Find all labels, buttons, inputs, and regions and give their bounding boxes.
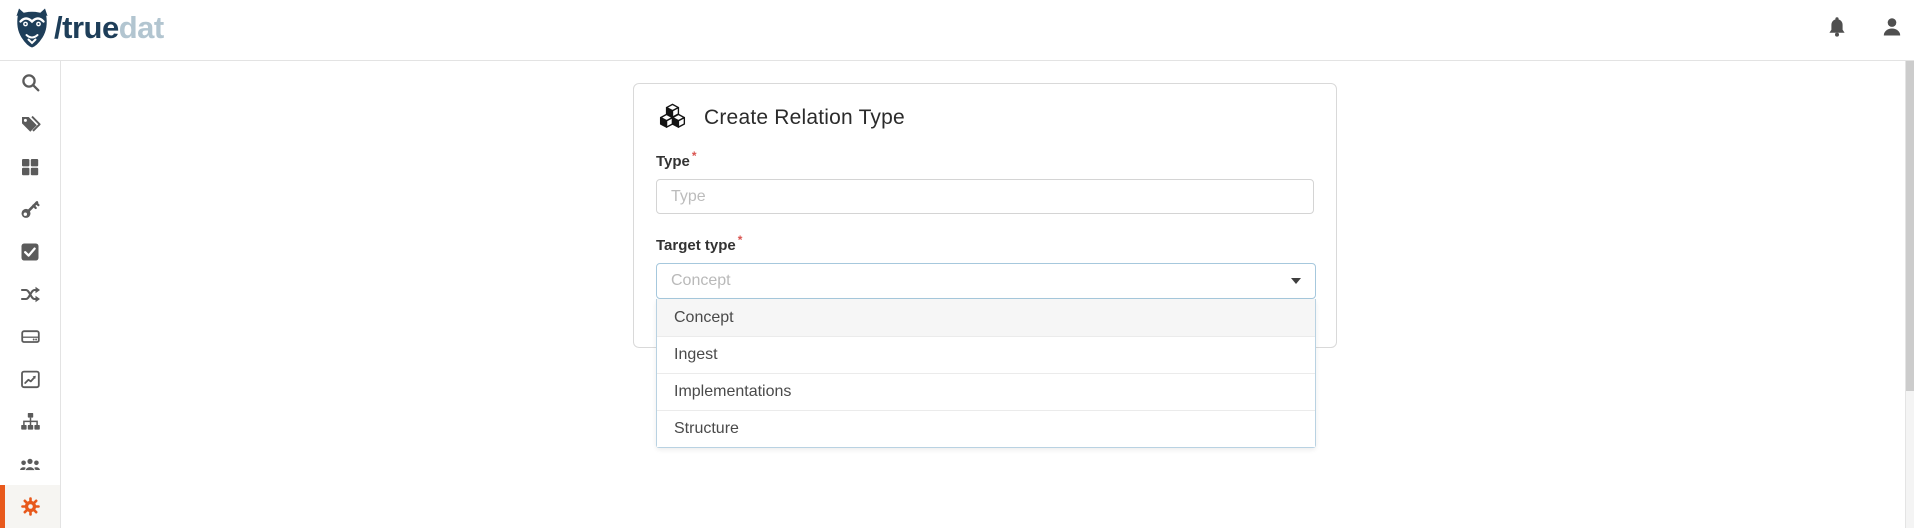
user-icon[interactable] [1879, 14, 1905, 40]
users-icon [19, 454, 41, 475]
logo-wordmark: /truedat [54, 8, 164, 48]
page-title: Create Relation Type [704, 106, 905, 130]
grid-icon [20, 157, 40, 177]
sidebar-item-tags[interactable] [0, 103, 60, 145]
sidebar-nav [0, 61, 61, 528]
key-icon [20, 199, 41, 220]
sidebar-item-permissions[interactable] [0, 188, 60, 230]
required-marker: * [738, 233, 743, 247]
select-placeholder: Concept [671, 272, 1291, 290]
required-marker: * [692, 149, 697, 163]
scrollbar-thumb[interactable] [1906, 61, 1914, 391]
type-field-label: Type* [656, 146, 1314, 172]
search-icon [20, 72, 41, 93]
dropdown-option-structure[interactable]: Structure [657, 410, 1315, 447]
create-relation-type-card: Create Relation Type Type* Target type* … [633, 83, 1337, 348]
sidebar-item-data-sources[interactable] [0, 316, 60, 358]
chevron-down-icon [1291, 278, 1301, 284]
check-square-icon [20, 242, 40, 262]
dropdown-option-ingest[interactable]: Ingest [657, 336, 1315, 373]
logo-brand-primary: true [62, 10, 119, 45]
dropdown-option-implementations[interactable]: Implementations [657, 373, 1315, 410]
owl-icon [15, 8, 49, 48]
target-type-field-label: Target type* [656, 230, 1314, 256]
gear-icon [20, 496, 41, 517]
cubes-icon [656, 103, 689, 134]
sidebar-item-quality[interactable] [0, 231, 60, 273]
sidebar-item-lineage[interactable] [0, 401, 60, 443]
sidebar-item-analytics[interactable] [0, 358, 60, 400]
truedat-logo[interactable]: /truedat [15, 8, 164, 48]
type-input[interactable] [656, 179, 1314, 214]
sitemap-icon [20, 411, 41, 432]
drawer-icon [20, 326, 41, 347]
tag-icon [20, 114, 41, 135]
top-bar: /truedat [0, 0, 1914, 61]
logo-slash: / [54, 10, 62, 45]
sidebar-item-search[interactable] [0, 61, 60, 103]
dropdown-option-concept[interactable]: Concept [657, 299, 1315, 336]
active-indicator [0, 485, 5, 527]
scrollbar-track[interactable] [1905, 61, 1914, 528]
shuffle-icon [20, 284, 41, 305]
target-type-dropdown-menu: Concept Ingest Implementations Structure [656, 299, 1316, 448]
logo-brand-secondary: dat [119, 10, 164, 45]
chart-line-icon [20, 369, 41, 390]
sidebar-item-relations[interactable] [0, 273, 60, 315]
target-type-select[interactable]: Concept [656, 263, 1316, 299]
sidebar-item-users[interactable] [0, 443, 60, 485]
sidebar-item-settings[interactable] [0, 485, 60, 527]
sidebar-item-grid[interactable] [0, 146, 60, 188]
bell-icon[interactable] [1824, 14, 1850, 40]
